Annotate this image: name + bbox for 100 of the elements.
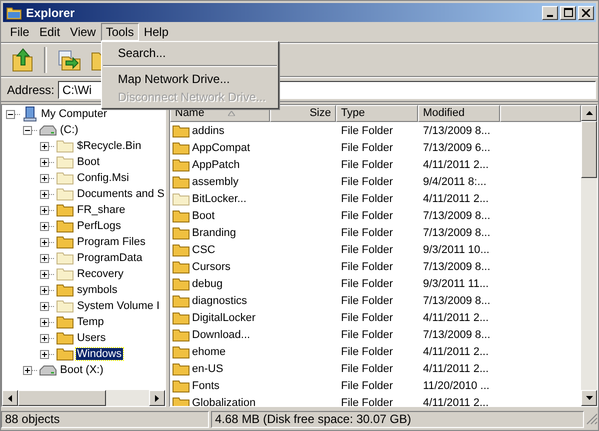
tree-item[interactable]: Boot — [76, 156, 101, 168]
scrollbar-thumb[interactable] — [18, 390, 106, 406]
menu-item[interactable]: Help — [138, 23, 174, 41]
file-name[interactable]: CSC — [192, 244, 216, 256]
tree-item[interactable]: Windows — [76, 348, 123, 360]
tree-item[interactable]: Boot (X:) — [59, 364, 104, 376]
status-panel: 88 objects — [1, 410, 209, 428]
maximize-icon — [564, 8, 572, 17]
table-cell: 7/13/2009 8... — [423, 328, 490, 340]
minimize-icon — [547, 14, 553, 16]
tree-item[interactable]: Documents and S — [76, 188, 165, 200]
address-label: Address: — [7, 82, 54, 96]
tree-item[interactable]: FR_share — [76, 204, 126, 216]
expand-icon[interactable] — [40, 158, 49, 166]
column-header[interactable] — [500, 105, 581, 122]
table-cell: File Folder — [341, 362, 393, 374]
expand-icon[interactable] — [40, 142, 49, 150]
file-name[interactable]: Branding — [192, 226, 236, 238]
file-name[interactable]: en-US — [192, 362, 224, 374]
table-cell: File Folder — [341, 278, 393, 290]
collapse-icon[interactable] — [6, 110, 15, 118]
file-name[interactable]: BitLocker... — [192, 192, 246, 204]
expand-icon[interactable] — [40, 350, 49, 358]
scroll-down-button[interactable] — [581, 390, 597, 406]
file-name[interactable]: Cursors — [192, 260, 231, 272]
file-name[interactable]: addins — [192, 124, 224, 136]
scrollbar-thumb[interactable] — [581, 121, 597, 178]
expand-icon[interactable] — [40, 254, 49, 262]
table-cell: File Folder — [341, 346, 393, 358]
expand-icon[interactable] — [40, 238, 49, 246]
expand-icon[interactable] — [40, 334, 49, 342]
tree-item[interactable]: Recovery — [76, 268, 124, 280]
tree-item[interactable]: symbols — [76, 284, 118, 296]
vertical-scrollbar[interactable] — [581, 105, 597, 406]
column-header[interactable]: Size — [270, 105, 336, 122]
close-button[interactable] — [578, 6, 594, 20]
horizontal-scrollbar[interactable] — [2, 390, 165, 406]
minimize-button[interactable] — [542, 6, 558, 20]
tree-item[interactable]: My Computer — [40, 108, 108, 120]
tree-item[interactable]: PerfLogs — [76, 220, 122, 232]
sort-icon — [228, 111, 236, 116]
table-cell: 9/4/2011 8:... — [423, 176, 486, 188]
column-header[interactable]: Type — [336, 105, 418, 122]
expand-icon[interactable] — [40, 286, 49, 294]
table-cell: File Folder — [341, 294, 393, 306]
tree-item[interactable]: (C:) — [59, 124, 80, 136]
table-cell: File Folder — [341, 192, 393, 204]
tree-item[interactable]: System Volume I — [76, 300, 161, 312]
file-name[interactable]: Globalization — [192, 396, 256, 406]
menu-item[interactable]: Edit — [34, 23, 66, 41]
tree-item[interactable]: ProgramData — [76, 252, 144, 264]
table-cell: File Folder — [341, 312, 393, 324]
right-arrow-icon — [155, 394, 159, 402]
file-name[interactable]: debug — [192, 278, 223, 290]
scroll-right-button[interactable] — [149, 390, 165, 406]
expand-icon[interactable] — [40, 318, 49, 326]
file-name[interactable]: DigitalLocker — [192, 312, 256, 324]
tree-item[interactable]: Program Files — [76, 236, 146, 248]
menu-item[interactable]: Tools — [100, 23, 139, 41]
resize-grip-icon[interactable] — [586, 413, 598, 425]
table-cell: 7/13/2009 8... — [423, 294, 490, 306]
file-name[interactable]: ehome — [192, 346, 226, 358]
file-name[interactable]: Download... — [192, 328, 250, 340]
expand-icon[interactable] — [40, 222, 49, 230]
tree-item[interactable]: $Recycle.Bin — [76, 140, 142, 152]
collapse-icon[interactable] — [23, 126, 32, 134]
column-header[interactable]: Modified — [418, 105, 500, 122]
tree-item[interactable]: Config.Msi — [76, 172, 130, 184]
table-cell: 4/11/2011 2... — [423, 362, 489, 374]
table-cell: File Folder — [341, 158, 393, 170]
file-name[interactable]: Boot — [192, 210, 215, 222]
table-cell: 4/11/2011 2... — [423, 192, 489, 204]
file-name[interactable]: AppCompat — [192, 142, 250, 154]
maximize-button[interactable] — [560, 6, 576, 20]
table-cell: 7/13/2009 8... — [423, 226, 490, 238]
scroll-up-button[interactable] — [581, 105, 597, 121]
file-name[interactable]: diagnostics — [192, 294, 248, 306]
tree-item[interactable]: Users — [76, 332, 107, 344]
expand-icon[interactable] — [40, 190, 49, 198]
expand-icon[interactable] — [40, 174, 49, 182]
tree-item[interactable]: Temp — [76, 316, 105, 328]
expand-icon[interactable] — [40, 270, 49, 278]
table-cell: 7/13/2009 6... — [423, 142, 490, 154]
table-cell: 9/3/2011 10... — [423, 244, 490, 256]
expand-icon[interactable] — [40, 206, 49, 214]
expand-icon[interactable] — [23, 366, 32, 374]
file-name[interactable]: assembly — [192, 176, 238, 188]
table-cell: File Folder — [341, 260, 393, 272]
file-name[interactable]: AppPatch — [192, 158, 240, 170]
menu-item[interactable]: File — [5, 23, 34, 41]
table-cell: File Folder — [341, 380, 393, 392]
scroll-left-button[interactable] — [2, 390, 18, 406]
table-cell: 7/13/2009 8... — [423, 260, 490, 272]
menu-item[interactable]: View — [65, 23, 101, 41]
table-cell: 4/11/2011 2... — [423, 312, 489, 324]
table-cell: 4/11/2011 2... — [423, 158, 489, 170]
menu-option[interactable]: Search... — [102, 44, 278, 62]
expand-icon[interactable] — [40, 302, 49, 310]
drive-icon — [39, 364, 57, 376]
file-name[interactable]: Fonts — [192, 380, 220, 392]
